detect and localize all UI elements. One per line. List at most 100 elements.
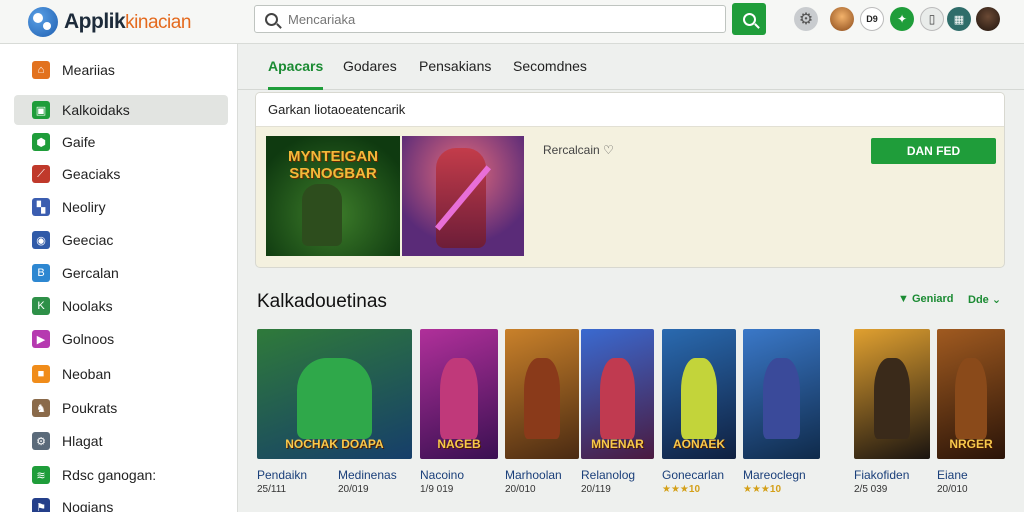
game-card-meta: 2/5 039 xyxy=(854,484,888,495)
sidebar-item[interactable]: ▚ Neoliry xyxy=(14,192,228,222)
game-card-title[interactable]: Medinenas xyxy=(338,468,397,482)
character-figure xyxy=(297,358,372,439)
game-logo-text: AONAEK xyxy=(672,437,725,451)
top-bar: Applikkinacian ⚙ D9 ✦ ▯ ▦ xyxy=(0,0,1024,44)
game-card[interactable] xyxy=(505,329,579,459)
logo-text: Applikkinacian xyxy=(64,10,191,34)
search-input[interactable] xyxy=(288,11,708,27)
game-card-title[interactable]: Gonecarlan xyxy=(662,468,724,482)
featured-game-image-2[interactable] xyxy=(402,136,524,256)
b-icon: B xyxy=(32,264,50,282)
character-figure xyxy=(873,358,911,439)
game-card-meta: 20/019 xyxy=(338,484,369,495)
square-icon: ■ xyxy=(32,365,50,383)
game-card-title[interactable]: Fiakofiden xyxy=(854,468,909,482)
game-card[interactable]: NAGEB xyxy=(420,329,498,459)
character-figure xyxy=(954,358,988,439)
game-card-meta: 25/111 xyxy=(257,484,287,495)
section-more-link[interactable]: Dde ⌄ xyxy=(968,293,1001,306)
tab[interactable]: Secomdnes xyxy=(513,58,587,90)
sidebar-item-label: Neoban xyxy=(62,366,112,382)
app-logo[interactable]: Applikkinacian xyxy=(28,6,191,38)
sidebar-item[interactable]: ▶ Golnoos xyxy=(14,324,228,354)
sidebar-item[interactable]: ≋ Rdsc ganogan: xyxy=(14,460,228,490)
game-card-meta: 20/010 xyxy=(937,484,968,495)
game-logo-text: NAGEB xyxy=(437,437,481,451)
sidebar-item[interactable]: ⌂ Meariias xyxy=(14,55,228,85)
sword-icon: ⟋ xyxy=(32,165,50,183)
sidebar-item-label: Golnoos xyxy=(62,331,115,347)
game-card-title[interactable]: Relanolog xyxy=(581,468,635,482)
home-icon: ⌂ xyxy=(32,61,50,79)
game-card-title[interactable]: Pendaikn xyxy=(257,468,307,482)
sidebar-item[interactable]: ⚙ Hlagat xyxy=(14,426,228,456)
game-logo-text: NOCHAK DOAPA xyxy=(285,437,384,451)
circle-icon: ◉ xyxy=(32,231,50,249)
game-card-meta: 1/9 019 xyxy=(420,484,454,495)
settings-gear-icon[interactable]: ⚙ xyxy=(794,7,818,31)
sidebar-item-label: Kalkoidaks xyxy=(62,102,130,118)
game-card[interactable]: AONAEK xyxy=(662,329,736,459)
sidebar-item[interactable]: ■ Neoban xyxy=(14,359,228,389)
shield-icon: ⬢ xyxy=(32,133,50,151)
logo-text-part2: kinacian xyxy=(125,12,191,33)
android-icon[interactable]: ✦ xyxy=(890,7,914,31)
game-card-meta: ★★★10 xyxy=(743,484,782,495)
game-card-title[interactable]: Nacoino xyxy=(420,468,464,482)
featured-action-button[interactable]: DAN FED xyxy=(871,138,996,164)
sidebar-item[interactable]: ⬢ Gaife xyxy=(14,127,228,157)
user-avatar[interactable] xyxy=(976,7,1000,31)
search-button[interactable] xyxy=(732,3,766,35)
sidebar-item[interactable]: ♞ Poukrats xyxy=(14,393,228,423)
profile-avatar-icon[interactable] xyxy=(830,7,854,31)
sidebar-item[interactable]: ⚑ Nogians xyxy=(14,492,228,512)
notification-badge[interactable]: D9 xyxy=(860,7,884,31)
gear-icon: ⚙ xyxy=(32,432,50,450)
search-bar xyxy=(254,5,726,33)
game-card[interactable] xyxy=(743,329,820,459)
game-card-title[interactable]: Eiane xyxy=(937,468,968,482)
game-logo-text: MNENAR xyxy=(591,437,644,451)
flag-icon: ⚑ xyxy=(32,498,50,512)
tab[interactable]: Godares xyxy=(343,58,397,90)
game-card-meta: 20/119 xyxy=(581,484,611,495)
game-card-title[interactable]: Marhoolan xyxy=(505,468,562,482)
sidebar-item[interactable]: K Noolaks xyxy=(14,291,228,321)
tab[interactable]: Pensakians xyxy=(419,58,491,90)
sidebar-item-label: Gercalan xyxy=(62,265,119,281)
game-card-meta: 20/010 xyxy=(505,484,536,495)
tab[interactable]: Apacars xyxy=(268,58,324,90)
game-card[interactable] xyxy=(854,329,930,459)
sidebar-item-label: Poukrats xyxy=(62,400,118,416)
featured-game-image-1[interactable]: MYNTEIGAN SRNOGBAR xyxy=(266,136,400,256)
sidebar-item[interactable]: ⟋ Geaciaks xyxy=(14,159,228,189)
game-card[interactable]: NRGER xyxy=(937,329,1005,459)
sidebar-item-label: Rdsc ganogan: xyxy=(62,467,157,483)
figure-icon: ♞ xyxy=(32,399,50,417)
section-filter-link[interactable]: ▼ Geniard xyxy=(898,293,954,305)
game-card-meta: ★★★10 xyxy=(662,484,701,495)
logo-text-part1: Applik xyxy=(64,10,126,33)
grid-icon[interactable]: ▦ xyxy=(947,7,971,31)
game-card[interactable]: MNENAR xyxy=(581,329,654,459)
search-icon xyxy=(265,12,278,26)
featured-heading: Garkan liotaoeatencarik xyxy=(256,93,1004,127)
sidebar-item-label: Nogians xyxy=(62,499,114,512)
game-logo-text: NRGER xyxy=(949,437,993,451)
sidebar-item[interactable]: ◉ Geeciac xyxy=(14,225,228,255)
game-card-title[interactable]: Mareoclegn xyxy=(743,468,806,482)
sidebar-item-label: Gaife xyxy=(62,134,96,150)
hero-figure xyxy=(302,184,342,246)
sidebar-item[interactable]: ▣ Kalkoidaks xyxy=(14,95,228,125)
sidebar-item-label: Geaciaks xyxy=(62,166,121,182)
sidebar-item-label: Neoliry xyxy=(62,199,106,215)
sidebar-item-label: Noolaks xyxy=(62,298,113,314)
search-icon xyxy=(742,12,756,26)
sidebar-item[interactable]: B Gercalan xyxy=(14,258,228,288)
logo-icon xyxy=(28,7,58,37)
featured-info: Rercalcain ♡ xyxy=(543,143,614,157)
game-card[interactable]: NOCHAK DOAPA xyxy=(257,329,412,459)
tab-bar: Apacars Godares Pensakians Secomdnes xyxy=(238,44,1024,90)
phone-icon[interactable]: ▯ xyxy=(920,7,944,31)
sidebar: ⌂ Meariias ▣ Kalkoidaks ⬢ Gaife ⟋ Geaciaks ▚ Neol… xyxy=(0,44,238,512)
